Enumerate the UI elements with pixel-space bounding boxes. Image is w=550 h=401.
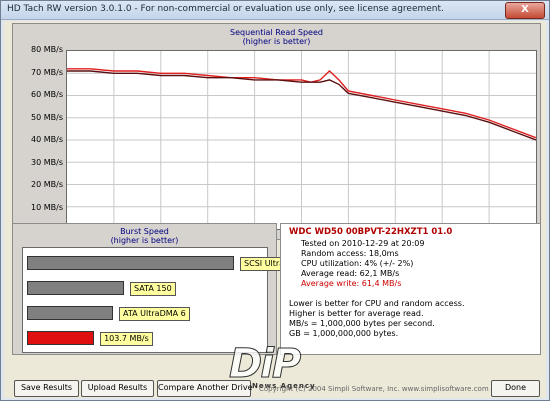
y-tick-label: 20 MB/s — [31, 180, 63, 189]
note-mbs: MB/s = 1,000,000 bytes per second. — [289, 319, 435, 328]
window-title: HD Tach RW version 3.0.1.0 - For non-com… — [7, 4, 444, 14]
read-speed-plot — [66, 50, 537, 230]
burst-bar-label: SATA 150 — [130, 282, 176, 296]
burst-bar — [27, 281, 125, 295]
burst-bar-label: 103.7 MB/s — [100, 332, 153, 346]
burst-bar — [27, 306, 114, 320]
read-graph-title: Sequential Read Speed — [230, 28, 323, 37]
upload-results-button[interactable]: Upload Results — [81, 380, 154, 397]
burst-bar-label: ATA UltraDMA 6 — [119, 307, 190, 321]
burst-speed-chart: SCSI Ultra320 SATA 150 ATA UltraDMA 6 103.7… — [22, 247, 304, 353]
note-read: Higher is better for average read. — [289, 309, 424, 318]
note-cpu: Lower is better for CPU and random acces… — [289, 299, 465, 308]
average-write: Average write: 61,4 MB/s — [301, 279, 402, 288]
title-bar: HD Tach RW version 3.0.1.0 - For non-com… — [1, 1, 549, 20]
burst-bar — [27, 256, 235, 270]
y-tick-label: 50 MB/s — [31, 112, 63, 122]
note-gb: GB = 1,000,000,000 bytes. — [289, 329, 399, 338]
y-tick-label: 70 MB/s — [31, 67, 63, 77]
read-graph-title-block: Sequential Read Speed (higher is better) — [13, 28, 540, 46]
close-button[interactable]: X — [505, 2, 545, 19]
burst-title: Burst Speed — [120, 227, 169, 236]
y-tick-label: 40 MB/s — [31, 135, 63, 144]
cpu-utilization: CPU utilization: 4% (+/- 2%) — [301, 259, 414, 268]
burst-subtitle: (higher is better) — [110, 236, 179, 245]
client-area: Sequential Read Speed (higher is better)… — [4, 21, 546, 398]
burst-speed-panel: Burst Speed (higher is better) SCSI Ultr… — [12, 223, 304, 355]
read-graph-subtitle: (higher is better) — [242, 37, 311, 46]
y-tick-label: 60 MB/s — [31, 90, 63, 99]
hd-tach-window: HD Tach RW version 3.0.1.0 - For non-com… — [0, 0, 550, 401]
y-tick-label: 80 MB/s — [31, 45, 63, 54]
burst-bar — [27, 331, 95, 345]
average-read: Average read: 62,1 MB/s — [301, 269, 400, 278]
read-speed-chart — [67, 51, 536, 229]
read-speed-panel: Sequential Read Speed (higher is better)… — [12, 23, 541, 241]
results-info-panel: WDC WD50 00BPVT-22HXZT1 01.0 Tested on 2… — [280, 223, 541, 355]
tested-date: Tested on 2010-12-29 at 20:09 — [301, 239, 425, 248]
done-button[interactable]: Done — [491, 380, 540, 397]
compare-drive-button[interactable]: Compare Another Drive — [157, 380, 253, 397]
y-tick-label: 10 MB/s — [31, 202, 63, 212]
burst-title-block: Burst Speed (higher is better) — [13, 227, 276, 245]
y-tick-label: 30 MB/s — [31, 157, 63, 167]
copyright-text: Copyright (C) 2004 Simpli Software, Inc.… — [259, 385, 489, 393]
save-results-button[interactable]: Save Results — [14, 380, 79, 397]
drive-name: WDC WD50 00BPVT-22HXZT1 01.0 — [289, 227, 453, 237]
random-access: Random access: 18,0ms — [301, 249, 399, 258]
